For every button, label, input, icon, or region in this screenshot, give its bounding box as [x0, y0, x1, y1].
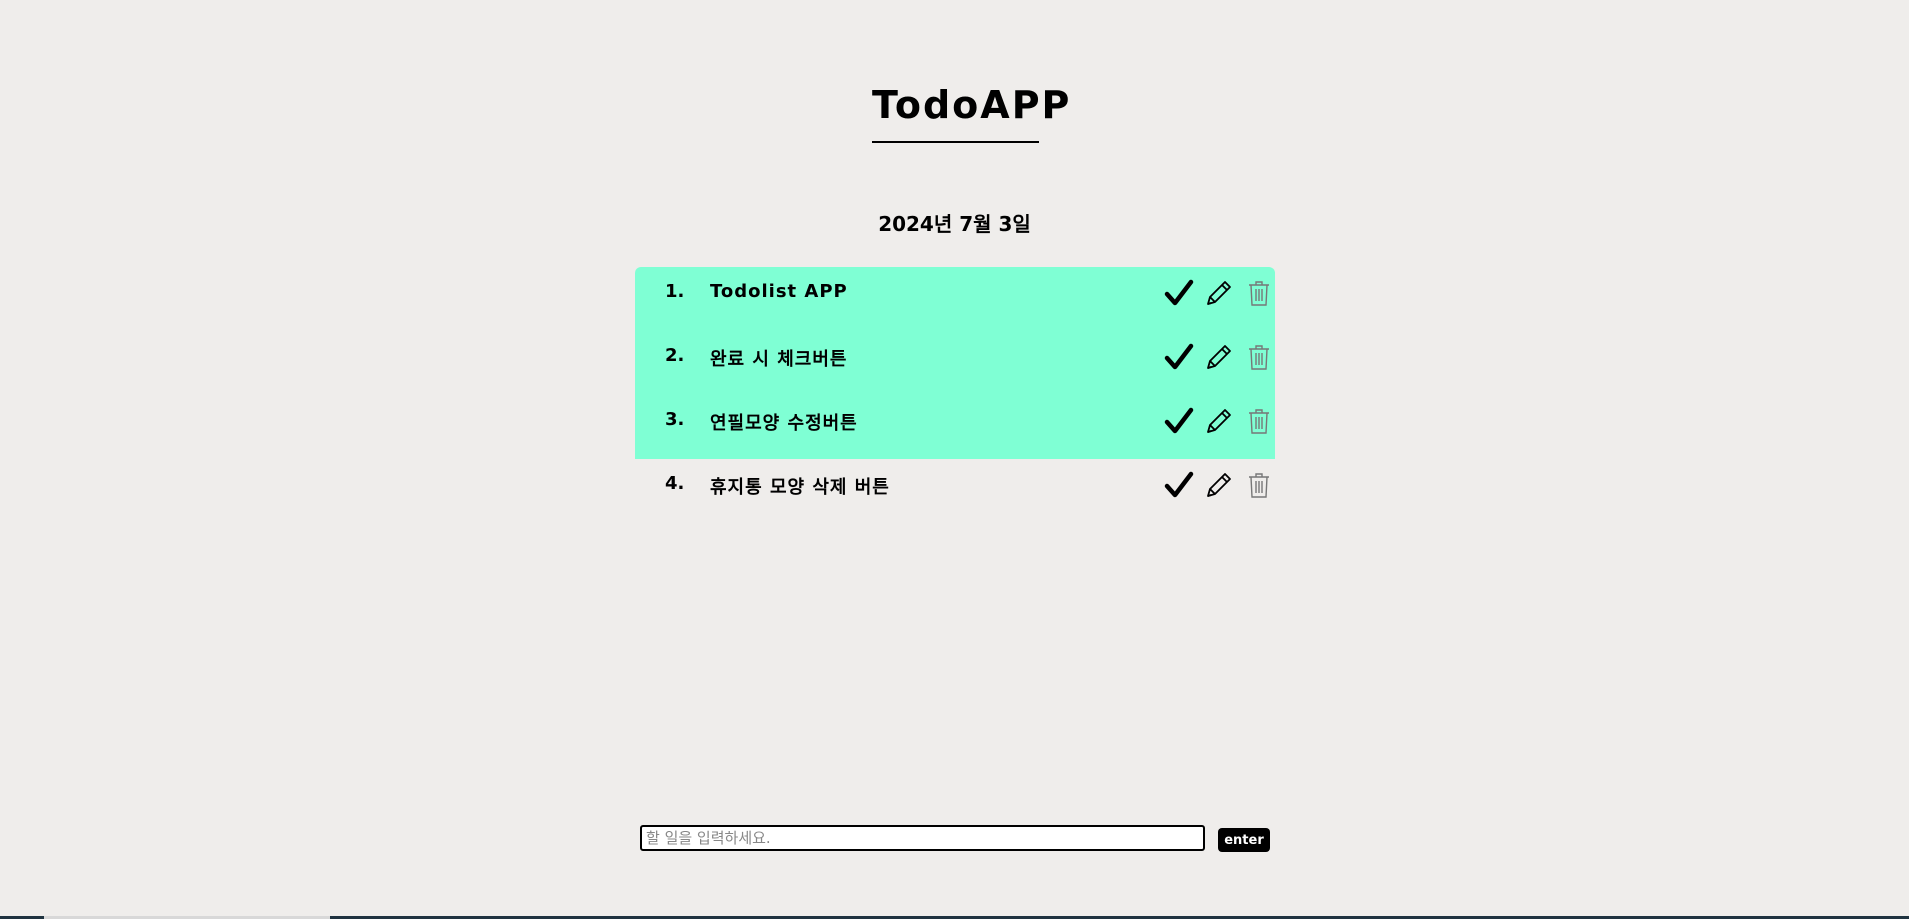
complete-button[interactable]	[1163, 276, 1195, 312]
edit-button[interactable]	[1203, 404, 1235, 440]
todo-item: 2. 완료 시 체크버튼	[635, 331, 1275, 395]
trash-icon	[1247, 279, 1271, 310]
check-icon	[1164, 278, 1194, 311]
edit-button[interactable]	[1203, 468, 1235, 504]
pencil-icon	[1203, 277, 1235, 312]
todo-number: 1.	[665, 281, 685, 302]
todo-text: 완료 시 체크버튼	[710, 349, 848, 370]
pencil-icon	[1203, 341, 1235, 376]
todo-item: 1. Todolist APP	[635, 267, 1275, 331]
todo-number: 2.	[665, 345, 685, 366]
todo-actions	[1163, 468, 1275, 504]
todo-number: 4.	[665, 473, 685, 494]
trash-icon	[1247, 471, 1271, 502]
trash-icon	[1247, 343, 1271, 374]
todo-item: 3. 연필모양 수정버튼	[635, 395, 1275, 459]
input-area: enter	[640, 825, 1270, 853]
delete-button[interactable]	[1243, 340, 1275, 376]
enter-button[interactable]: enter	[1218, 828, 1270, 852]
todo-text: 휴지통 모양 삭제 버튼	[710, 477, 890, 498]
todo-actions	[1163, 404, 1275, 440]
todo-input[interactable]	[640, 825, 1205, 851]
date-label: 2024년 7월 3일	[878, 212, 1031, 236]
complete-button[interactable]	[1163, 404, 1195, 440]
page-title: TodoAPP	[872, 83, 1072, 127]
todo-text: Todolist APP	[710, 281, 848, 302]
trash-icon	[1247, 407, 1271, 438]
todo-item: 4. 휴지통 모양 삭제 버튼	[635, 459, 1275, 523]
check-icon	[1164, 470, 1194, 503]
delete-button[interactable]	[1243, 404, 1275, 440]
pencil-icon	[1203, 405, 1235, 440]
delete-button[interactable]	[1243, 276, 1275, 312]
title-wrap: TodoAPP	[872, 82, 1072, 128]
check-icon	[1164, 406, 1194, 439]
edit-button[interactable]	[1203, 276, 1235, 312]
edit-button[interactable]	[1203, 340, 1235, 376]
todo-actions	[1163, 340, 1275, 376]
todo-list: 1. Todolist APP 2. 완료 시 체크버튼 3. 연필모양 수정버튼 4. 휴지…	[635, 267, 1275, 523]
check-icon	[1164, 342, 1194, 375]
complete-button[interactable]	[1163, 468, 1195, 504]
pencil-icon	[1203, 469, 1235, 504]
todo-number: 3.	[665, 409, 685, 430]
todo-app: TodoAPP 2024년 7월 3일 1. Todolist APP 2. 완료 시…	[0, 0, 1909, 919]
delete-button[interactable]	[1243, 468, 1275, 504]
complete-button[interactable]	[1163, 340, 1195, 376]
todo-actions	[1163, 276, 1275, 312]
todo-text: 연필모양 수정버튼	[710, 413, 858, 434]
title-underline	[872, 141, 1039, 143]
